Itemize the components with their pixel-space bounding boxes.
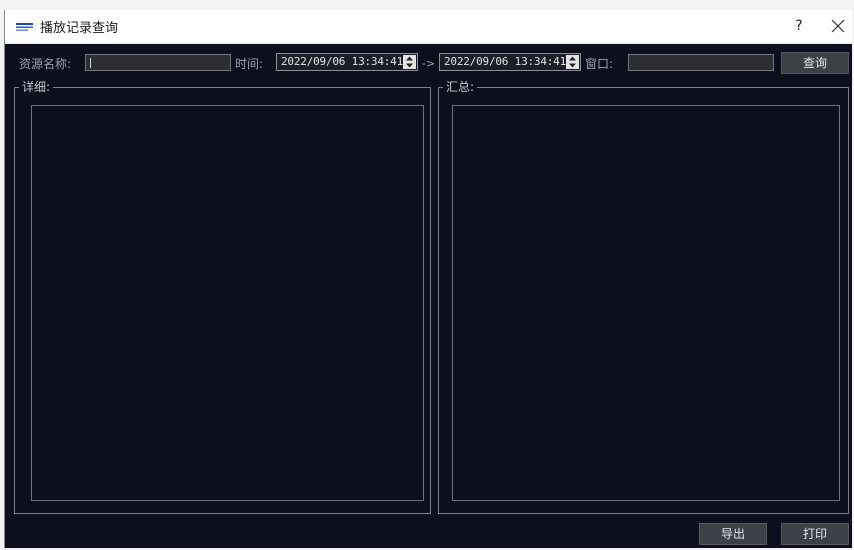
text-caret [90, 58, 91, 68]
spin-down-icon[interactable] [403, 62, 416, 69]
close-icon[interactable] [830, 18, 846, 34]
detail-groupbox: 详细: [14, 80, 431, 514]
window-title: 播放记录查询 [40, 21, 119, 36]
export-button[interactable]: 导出 [699, 523, 767, 545]
summary-group-title: 汇总: [443, 80, 478, 94]
spin-up-icon[interactable] [566, 55, 579, 62]
end-time-picker[interactable]: 2022/09/06 13:34:41 [439, 53, 581, 71]
summary-list[interactable] [452, 105, 840, 501]
help-button[interactable]: ? [791, 16, 807, 36]
query-button[interactable]: 查询 [781, 52, 849, 74]
title-bar: 播放记录查询 ? [5, 10, 852, 44]
spin-up-icon[interactable] [403, 55, 416, 62]
start-time-spinner[interactable] [403, 55, 416, 69]
window-label: 窗口: [585, 57, 614, 71]
summary-groupbox: 汇总: [438, 80, 849, 514]
start-time-picker[interactable]: 2022/09/06 13:34:41 [276, 53, 418, 71]
detail-group-title: 详细: [19, 80, 54, 94]
end-time-spinner[interactable] [566, 55, 579, 69]
detail-list[interactable] [31, 105, 424, 501]
time-label: 时间: [235, 57, 264, 71]
time-range-arrow: -> [422, 57, 436, 70]
app-logo-icon [16, 22, 33, 32]
resource-name-input[interactable] [85, 54, 231, 71]
playback-record-window: 播放记录查询 ? 资源名称: 时间: 2022/09/06 13:34:41 -… [4, 10, 852, 548]
resource-name-label: 资源名称: [19, 57, 72, 71]
spin-down-icon[interactable] [566, 62, 579, 69]
print-button[interactable]: 打印 [781, 523, 849, 545]
window-input[interactable] [628, 54, 774, 71]
end-time-value: 2022/09/06 13:34:41 [444, 55, 567, 68]
start-time-value: 2022/09/06 13:34:41 [281, 55, 404, 68]
